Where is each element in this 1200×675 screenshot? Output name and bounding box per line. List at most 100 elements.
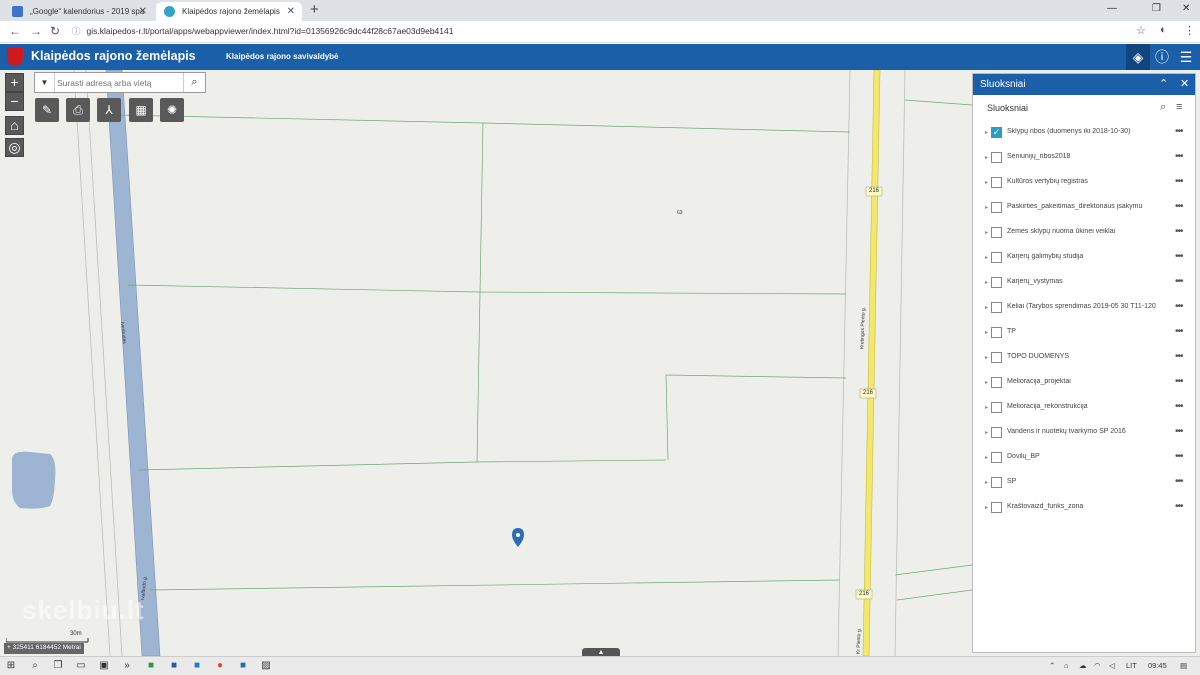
more-options-icon[interactable]: ••• bbox=[1175, 126, 1183, 137]
cloud-icon[interactable]: ☁ bbox=[1079, 661, 1087, 670]
list-item[interactable]: ▸ Karjerų_vystymas ••• bbox=[973, 271, 1195, 296]
window-close-icon[interactable]: ✕ bbox=[1182, 3, 1190, 14]
more-options-icon[interactable]: ••• bbox=[1175, 501, 1183, 512]
expand-icon[interactable]: ▸ bbox=[985, 404, 988, 411]
collapse-panel-icon[interactable]: ⌃ bbox=[1159, 77, 1168, 90]
search-source-dropdown[interactable]: ▼ bbox=[35, 73, 55, 92]
expand-icon[interactable]: ▸ bbox=[985, 179, 988, 186]
info-icon[interactable]: ⓘ bbox=[72, 26, 81, 36]
layer-checkbox[interactable] bbox=[991, 452, 1002, 463]
legend-button[interactable]: ☰ bbox=[1174, 44, 1198, 70]
extension-icon[interactable]: ◐ bbox=[1160, 24, 1167, 36]
minimize-icon[interactable]: — bbox=[1107, 3, 1117, 14]
more-options-icon[interactable]: ••• bbox=[1175, 176, 1183, 187]
coordinate-readout[interactable]: + 325411 6184452 Metrai bbox=[4, 643, 84, 654]
more-options-icon[interactable]: ••• bbox=[1175, 476, 1183, 487]
layer-checkbox[interactable] bbox=[991, 227, 1002, 238]
more-options-icon[interactable]: ••• bbox=[1175, 376, 1183, 387]
more-options-icon[interactable]: ••• bbox=[1175, 401, 1183, 412]
list-item[interactable]: ▸ ✓ Sklypų ribos (duomenys iki 2018-10-30)… bbox=[973, 121, 1195, 146]
search-icon[interactable]: ⌕ bbox=[29, 660, 41, 672]
expand-icon[interactable]: ▸ bbox=[985, 129, 988, 136]
tray-chevron-icon[interactable]: ⌃ bbox=[1049, 661, 1055, 670]
list-item[interactable]: ▸ Keliai (Tarybos sprendimas 2019-05 30 T… bbox=[973, 296, 1195, 321]
windows-start-icon[interactable]: ⊞ bbox=[5, 660, 17, 672]
list-item[interactable]: ▸ Melioracija_rekonstrukcija ••• bbox=[973, 396, 1195, 421]
list-item[interactable]: ▸ Kraštovaizd_funks_zona ••• bbox=[973, 496, 1195, 521]
list-item[interactable]: ▸ Karjerų galimybių studija ••• bbox=[973, 246, 1195, 271]
basemap-gallery-button[interactable]: ▦ bbox=[129, 98, 153, 122]
layer-checkbox[interactable] bbox=[991, 177, 1002, 188]
list-item[interactable]: ▸ TOPO DUOMENYS ••• bbox=[973, 346, 1195, 371]
list-item[interactable]: ▸ Žemės sklypų nuoma ūkinei veiklai ••• bbox=[973, 221, 1195, 246]
about-button[interactable]: ⓘ bbox=[1150, 44, 1174, 70]
expand-icon[interactable]: ▸ bbox=[985, 479, 988, 486]
layer-checkbox[interactable] bbox=[991, 277, 1002, 288]
list-item[interactable]: ▸ Seniunijų_ribos2018 ••• bbox=[973, 146, 1195, 171]
network-icon[interactable]: ⌂ bbox=[1064, 661, 1069, 670]
analysis-tool-button[interactable]: ✺ bbox=[160, 98, 184, 122]
close-icon[interactable]: ✕ bbox=[287, 6, 295, 17]
expand-icon[interactable]: ▸ bbox=[985, 229, 988, 236]
more-options-icon[interactable]: ••• bbox=[1175, 326, 1183, 337]
notifications-icon[interactable]: ▤ bbox=[1180, 661, 1187, 670]
tab-google-calendar[interactable]: „Google“ kalendorius - 2019 spa ✕ bbox=[4, 2, 154, 21]
maximize-icon[interactable]: ❐ bbox=[1152, 3, 1161, 14]
close-panel-icon[interactable]: ✕ bbox=[1180, 77, 1189, 90]
expand-icon[interactable]: ▸ bbox=[985, 504, 988, 511]
expand-icon[interactable]: ▸ bbox=[985, 154, 988, 161]
expand-icon[interactable]: ▸ bbox=[985, 379, 988, 386]
expand-icon[interactable]: ▸ bbox=[985, 279, 988, 286]
my-location-button[interactable]: ◎ bbox=[5, 138, 24, 157]
zoom-out-button[interactable]: − bbox=[5, 92, 24, 111]
clock[interactable]: 09:45 bbox=[1148, 661, 1167, 670]
layer-checkbox[interactable] bbox=[991, 252, 1002, 263]
expand-icon[interactable]: ▸ bbox=[985, 254, 988, 261]
list-item[interactable]: ▸ TP ••• bbox=[973, 321, 1195, 346]
layer-checkbox[interactable] bbox=[991, 402, 1002, 413]
filter-icon[interactable]: ≡ bbox=[1176, 101, 1182, 113]
layer-checkbox[interactable] bbox=[991, 152, 1002, 163]
close-icon[interactable]: ✕ bbox=[139, 6, 147, 17]
bookmark-star-icon[interactable]: ☆ bbox=[1136, 24, 1146, 37]
expand-icon[interactable]: ▸ bbox=[985, 204, 988, 211]
new-tab-icon[interactable]: + bbox=[310, 1, 319, 18]
forward-icon[interactable]: → bbox=[30, 24, 42, 38]
expand-icon[interactable]: ▸ bbox=[985, 354, 988, 361]
more-options-icon[interactable]: ••• bbox=[1175, 426, 1183, 437]
more-options-icon[interactable]: ••• bbox=[1175, 151, 1183, 162]
more-options-icon[interactable]: ••• bbox=[1175, 226, 1183, 237]
wifi-icon[interactable]: ◠ bbox=[1094, 661, 1101, 670]
print-tool-button[interactable]: ⎙ bbox=[66, 98, 90, 122]
outlook-icon[interactable]: ■ bbox=[237, 660, 249, 672]
layers-button[interactable]: ◈ bbox=[1126, 44, 1150, 70]
zoom-in-button[interactable]: + bbox=[5, 73, 24, 92]
photos-icon[interactable]: ▨ bbox=[260, 660, 272, 672]
expand-icon[interactable]: ▸ bbox=[985, 304, 988, 311]
app-green-icon[interactable]: ■ bbox=[145, 660, 157, 672]
language-indicator[interactable]: LIT bbox=[1126, 661, 1137, 670]
list-item[interactable]: ▸ Kultūros vertybių registras ••• bbox=[973, 171, 1195, 196]
list-item[interactable]: ▸ Paskirties_pakeitimas_direktoriaus įsak… bbox=[973, 196, 1195, 221]
expand-icon[interactable]: ▸ bbox=[985, 329, 988, 336]
volume-icon[interactable]: ◁ bbox=[1109, 661, 1115, 670]
measure-tool-button[interactable]: ⅄ bbox=[97, 98, 121, 122]
layer-checkbox[interactable] bbox=[991, 202, 1002, 213]
store-icon[interactable]: ▣ bbox=[98, 660, 110, 672]
list-item[interactable]: ▸ Melioracija_projektai ••• bbox=[973, 371, 1195, 396]
layer-checkbox[interactable] bbox=[991, 302, 1002, 313]
tab-klaipeda-map[interactable]: Klaipėdos rajono žemėlapis ✕ bbox=[156, 2, 302, 21]
search-input[interactable] bbox=[57, 75, 181, 90]
more-options-icon[interactable]: ••• bbox=[1175, 351, 1183, 362]
more-options-icon[interactable]: ••• bbox=[1175, 251, 1183, 262]
expand-icon[interactable]: ▸ bbox=[985, 429, 988, 436]
draw-tool-button[interactable]: ✎ bbox=[35, 98, 59, 122]
chrome-icon[interactable]: ● bbox=[214, 660, 226, 672]
menu-dots-icon[interactable]: ⋮ bbox=[1184, 24, 1195, 37]
more-options-icon[interactable]: ••• bbox=[1175, 276, 1183, 287]
list-item[interactable]: ▸ SP ••• bbox=[973, 471, 1195, 496]
layer-checkbox[interactable] bbox=[991, 327, 1002, 338]
layer-checkbox[interactable] bbox=[991, 502, 1002, 513]
more-options-icon[interactable]: ••• bbox=[1175, 451, 1183, 462]
app-lightblue-icon[interactable]: ■ bbox=[191, 660, 203, 672]
